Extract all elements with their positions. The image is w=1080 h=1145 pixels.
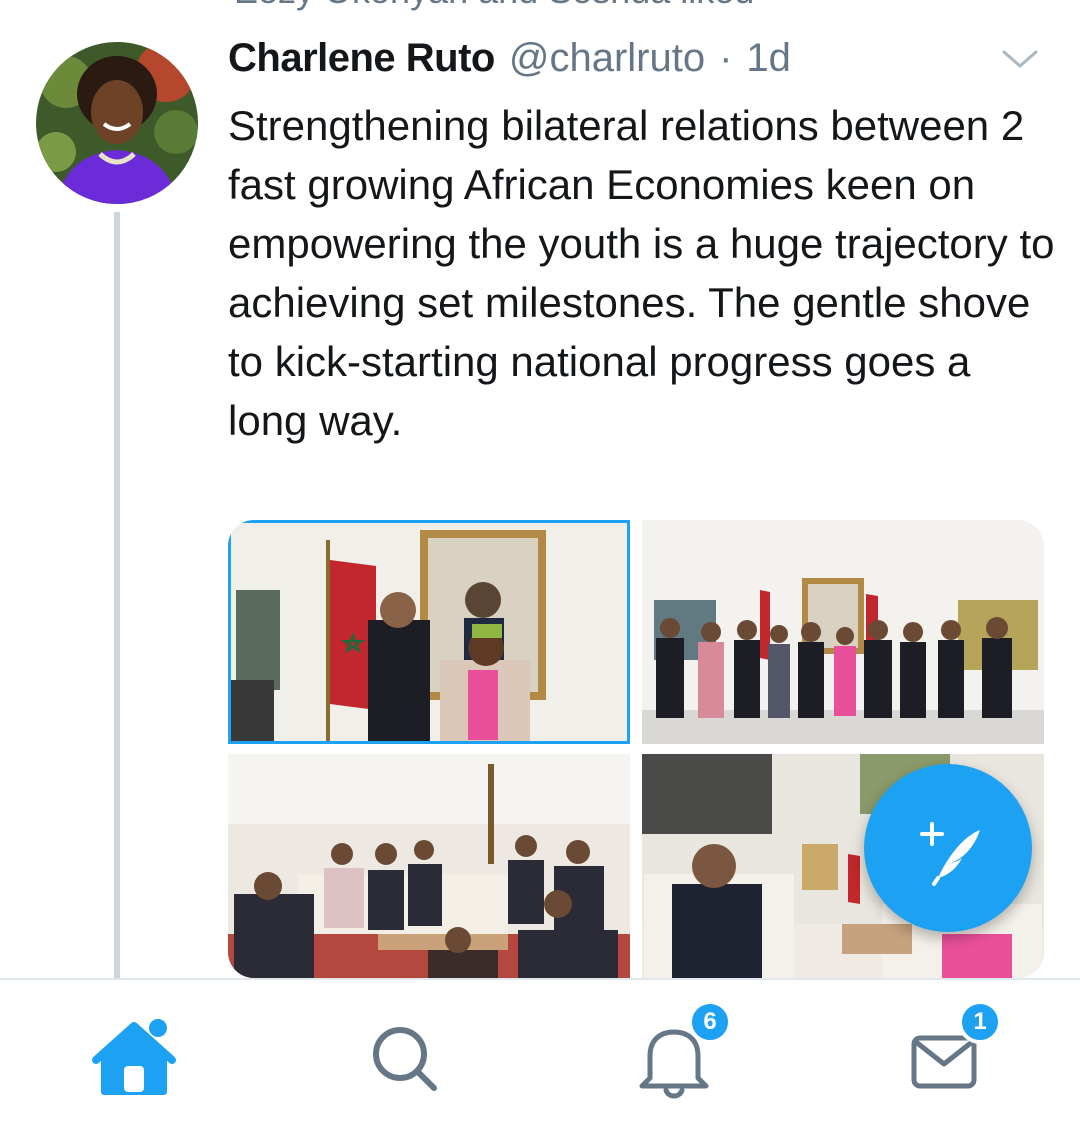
photo-1[interactable] [228,520,630,744]
display-name[interactable]: Charlene Ruto [228,36,495,81]
social-context-text: Eezy Okonyan and Soshua liked [234,0,754,12]
bottom-nav: 6 1 [0,978,1080,1145]
nav-home[interactable] [86,1010,182,1106]
home-icon [92,1019,176,1095]
timestamp[interactable]: 1d [746,36,791,81]
compose-tweet-button[interactable] [864,764,1032,932]
chevron-down-icon[interactable] [1000,44,1040,74]
photo-3[interactable] [228,754,630,978]
search-icon [373,1027,437,1091]
nav-messages[interactable]: 1 [896,1000,1002,1106]
nav-search[interactable] [356,1010,452,1106]
tweet-text: Strengthening bilateral relations betwee… [228,102,1055,444]
nav-notifications[interactable]: 6 [626,1000,732,1106]
photo-2[interactable] [642,520,1044,744]
separator: · [719,36,733,80]
notifications-badge: 6 [688,1000,732,1044]
heart-icon [170,0,194,12]
social-context: Eezy Okonyan and Soshua liked [170,0,754,11]
tweet-header: Charlene Ruto @charlruto · 1d [228,36,791,86]
feather-plus-icon [920,822,980,886]
avatar[interactable] [36,42,198,204]
thread-line [114,212,120,980]
handle[interactable]: @charlruto [509,36,705,81]
messages-badge: 1 [958,1000,1002,1044]
